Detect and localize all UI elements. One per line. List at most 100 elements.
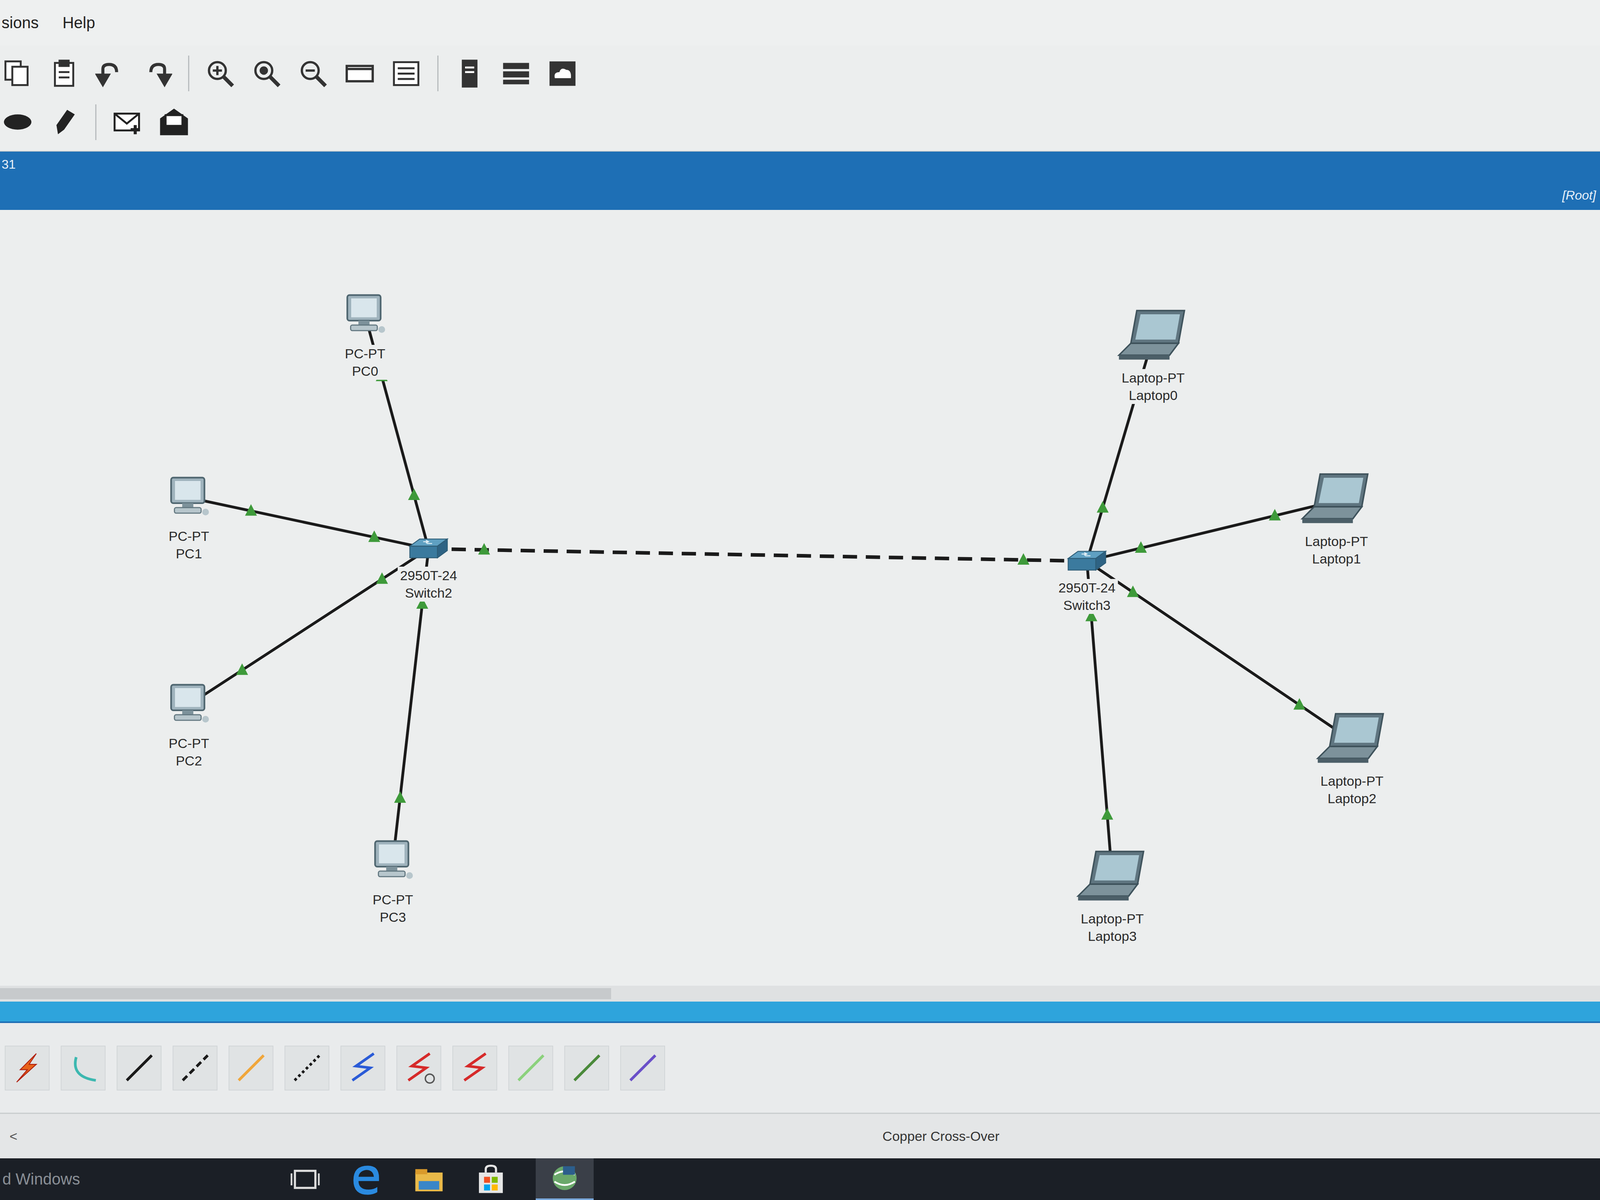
panel-divider (0, 1001, 1600, 1022)
menu-item[interactable]: Help (62, 13, 95, 32)
cable-button[interactable] (396, 1045, 442, 1091)
laptop-icon[interactable] (1314, 710, 1390, 771)
link-light-icon (407, 488, 420, 500)
laptop-icon[interactable] (1298, 471, 1375, 531)
pc-icon[interactable] (365, 833, 421, 889)
canvas-scrollbar[interactable] (0, 985, 1600, 1002)
device-model: PC-PT (372, 890, 414, 909)
zigzag-cable-icon (457, 1050, 493, 1086)
scroll-left-button[interactable]: < (0, 1128, 18, 1145)
toolbar-separator (188, 55, 190, 92)
toolbar-separator (437, 55, 439, 92)
device-name: PC1 (168, 544, 210, 563)
device-label[interactable]: PC-PTPC2 (166, 734, 212, 770)
pen-icon[interactable] (48, 106, 80, 138)
network-link[interactable] (188, 548, 429, 705)
cable-button[interactable] (340, 1045, 386, 1091)
cloud-icon[interactable] (547, 58, 578, 89)
zoom-in-icon[interactable] (205, 58, 236, 89)
cable-button[interactable] (4, 1045, 50, 1091)
cable-button[interactable] (172, 1045, 218, 1091)
cable-button[interactable] (564, 1045, 610, 1091)
packet-tracer-icon (547, 1161, 582, 1196)
device-model: 2950T-24 (400, 566, 458, 585)
device-label[interactable]: Laptop-PTLaptop3 (1078, 909, 1147, 945)
network-icon[interactable] (500, 58, 532, 89)
cable-status-row: <Copper Cross-Over (0, 1112, 1600, 1159)
line-cable-icon (233, 1050, 270, 1086)
zoom-out-icon[interactable] (298, 58, 329, 89)
edge-browser-icon[interactable] (350, 1162, 385, 1197)
clock-cable-icon (401, 1050, 437, 1086)
cable-button[interactable] (228, 1045, 274, 1091)
pc-icon[interactable] (161, 676, 217, 733)
undo-icon[interactable] (95, 58, 126, 89)
cable-button[interactable] (60, 1045, 106, 1091)
pc-icon[interactable] (161, 469, 217, 526)
oval-icon[interactable] (2, 106, 33, 138)
device-label[interactable]: 2950T-24Switch3 (1055, 578, 1118, 614)
link-light-icon (1101, 808, 1114, 820)
open-mail-icon[interactable] (158, 106, 190, 138)
switch-icon[interactable] (1049, 543, 1125, 579)
workspace-label[interactable]: 31 (1, 157, 16, 172)
laptop-icon[interactable] (1074, 848, 1150, 908)
cable-button[interactable] (620, 1045, 666, 1091)
device-label[interactable]: Laptop-PTLaptop1 (1302, 532, 1371, 568)
link-light-icon (1126, 585, 1139, 597)
redo-icon[interactable] (141, 58, 173, 89)
store-icon[interactable] (473, 1162, 508, 1197)
device-label[interactable]: 2950T-24Switch2 (397, 566, 460, 602)
dashed-cable-icon (177, 1050, 214, 1086)
cable-button[interactable] (116, 1045, 162, 1091)
taskbar-icons (288, 1157, 594, 1200)
cable-button[interactable] (284, 1045, 330, 1091)
link-light-icon (1293, 698, 1306, 710)
menu-item[interactable]: sions (1, 13, 39, 32)
device-label[interactable]: PC-PTPC0 (342, 344, 388, 380)
pc-icon[interactable] (337, 287, 393, 343)
link-light-icon (376, 572, 389, 584)
scroll-thumb[interactable] (0, 988, 612, 1000)
device-name: Laptop2 (1320, 789, 1384, 808)
device-label[interactable]: PC-PTPC3 (370, 890, 416, 926)
bolt-cable-icon (9, 1050, 46, 1086)
network-link[interactable] (188, 497, 429, 549)
cable-button[interactable] (508, 1045, 554, 1091)
zoom-reset-icon[interactable] (251, 58, 283, 89)
taskbar: d Windows (0, 1158, 1600, 1200)
palette-icon[interactable] (390, 58, 422, 89)
network-link[interactable] (1086, 500, 1337, 562)
device-name: PC3 (372, 908, 414, 926)
menu-bar: sions Help (0, 0, 1600, 46)
link-light-icon (244, 503, 257, 516)
file-explorer-icon[interactable] (411, 1162, 447, 1197)
device-name: Laptop1 (1305, 550, 1369, 568)
device-model: PC-PT (344, 344, 386, 363)
device-label[interactable]: PC-PTPC1 (166, 527, 212, 563)
rect-icon[interactable] (344, 58, 375, 89)
network-link[interactable] (1086, 561, 1352, 741)
cable-button[interactable] (452, 1045, 498, 1091)
device-label[interactable]: Laptop-PTLaptop2 (1318, 772, 1387, 808)
network-link[interactable] (428, 548, 1087, 562)
workspace-path[interactable]: [Root] (1562, 188, 1597, 203)
activation-watermark: d Windows (2, 1170, 289, 1189)
device-model: Laptop-PT (1320, 772, 1384, 790)
link-light-icon (1017, 553, 1030, 565)
device-label[interactable]: Laptop-PTLaptop0 (1119, 369, 1188, 404)
packet-tracer-task[interactable] (535, 1157, 594, 1200)
toolbar-gap (0, 142, 1600, 152)
mail-icon[interactable] (112, 106, 143, 138)
paste-icon[interactable] (48, 58, 80, 89)
doc-icon[interactable] (454, 58, 485, 89)
logical-canvas[interactable]: PC-PTPC0PC-PTPC1PC-PTPC2PC-PTPC32950T-24… (0, 209, 1600, 986)
switch-icon[interactable] (390, 530, 467, 567)
link-light-icon (478, 543, 491, 555)
line-cable-icon (625, 1050, 661, 1086)
task-view-icon[interactable] (288, 1162, 323, 1197)
copy-icon[interactable] (2, 58, 33, 89)
line-cable-icon (121, 1050, 158, 1086)
laptop-icon[interactable] (1115, 307, 1191, 368)
link-layer (0, 209, 1600, 986)
